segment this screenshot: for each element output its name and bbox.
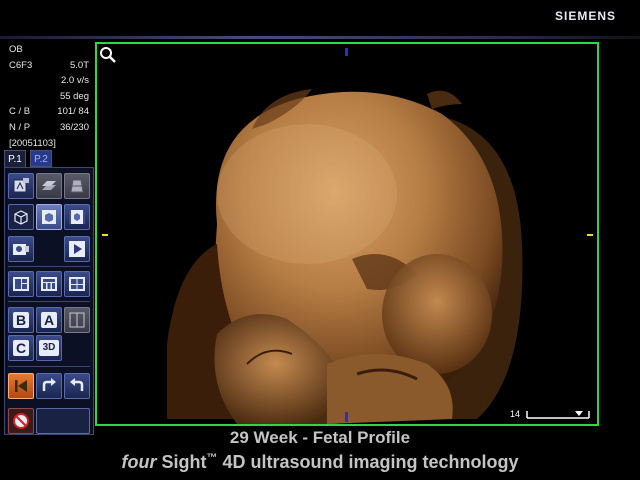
cube-render-icon — [42, 210, 56, 224]
mode-3d-button[interactable]: 3D — [36, 335, 62, 361]
caption-rest: 4D ultrasound imaging technology — [217, 452, 519, 472]
mode-3d-label: 3D — [39, 340, 59, 356]
panel-divider — [8, 266, 90, 267]
rewind-button[interactable] — [8, 373, 34, 399]
cine-camera-button[interactable] — [8, 236, 34, 262]
bottom-orientation-marker — [345, 412, 348, 422]
layout-split-icon — [13, 277, 29, 291]
undo-icon — [70, 378, 84, 391]
left-depth-marker — [102, 234, 108, 236]
caption-title: 29 Week - Fetal Profile — [229, 428, 411, 447]
cube-film-button[interactable] — [64, 204, 90, 230]
layout-split-button[interactable] — [8, 271, 34, 297]
param-value: 101/ 84 — [57, 106, 89, 118]
mode-b-label: B — [13, 312, 29, 328]
redo-button[interactable] — [36, 373, 62, 399]
layers-icon — [42, 181, 56, 190]
camera-icon — [13, 244, 29, 255]
mode-a-button[interactable]: A — [36, 307, 62, 333]
cube-outline-button[interactable] — [8, 204, 34, 230]
param-value: 2.0 v/s — [61, 75, 89, 87]
caption-subtitle: four Sight™ 4D ultrasound imaging techno… — [0, 452, 640, 473]
redo-icon — [42, 378, 56, 391]
caption-trademark: ™ — [206, 452, 218, 464]
mode-c-label: C — [13, 340, 29, 356]
fetal-rendering-image — [167, 89, 523, 424]
param-label: OB — [9, 44, 23, 55]
param-value: 5.0T — [69, 59, 89, 71]
caption-four: four — [121, 452, 157, 472]
panel-divider — [8, 301, 90, 302]
caption-sight: Sight — [161, 452, 207, 472]
param-label: C6F3 — [9, 59, 33, 71]
layout-triple-icon — [41, 277, 57, 291]
cube-render-button[interactable] — [36, 204, 62, 230]
param-row: C6F3 5.0T — [5, 58, 93, 74]
right-depth-marker — [587, 234, 593, 236]
mode-c-button[interactable]: C — [8, 335, 34, 361]
cube-film-icon — [69, 210, 85, 224]
layout-triple-button[interactable] — [36, 271, 62, 297]
slice-button[interactable] — [64, 173, 90, 199]
volume-acquire-button[interactable] — [8, 173, 34, 199]
layers-button[interactable] — [36, 173, 62, 199]
mode-a-label: A — [41, 312, 57, 328]
volume-acquire-icon — [13, 178, 29, 193]
rewind-icon — [15, 380, 27, 392]
play-button[interactable] — [64, 236, 90, 262]
render-viewport[interactable]: 14 — [95, 42, 599, 426]
depth-value: 14 — [510, 409, 521, 419]
play-icon — [69, 241, 85, 257]
param-row: OB — [5, 42, 93, 58]
panel-divider — [8, 366, 90, 367]
zoom-icon[interactable] — [99, 46, 117, 64]
layout-quad-button[interactable] — [64, 271, 90, 297]
param-value: 36/230 — [59, 121, 89, 133]
param-row: 2.0 v/s — [5, 73, 93, 89]
tool-panel: B A C 3D — [4, 167, 94, 435]
tab-p1[interactable]: P.1 — [4, 150, 26, 167]
param-label: [20051103] — [9, 137, 56, 149]
undo-button[interactable] — [64, 373, 90, 399]
param-label: N / P — [9, 121, 31, 133]
scan-parameters: OB C6F3 5.0T 2.0 v/s 55 deg C / B 101/ 84 … — [5, 42, 93, 151]
param-row: 55 deg — [5, 89, 93, 105]
panel-toggle-icon — [69, 312, 85, 328]
param-row: N / P 36/230 — [5, 120, 93, 136]
panel-toggle-button[interactable] — [64, 307, 90, 333]
mode-b-button[interactable]: B — [8, 307, 34, 333]
cube-outline-icon — [14, 210, 28, 225]
depth-scale — [526, 411, 590, 419]
header-divider — [0, 36, 640, 39]
param-row: [20051103] — [5, 136, 93, 152]
param-label: C / B — [9, 106, 31, 118]
top-orientation-marker — [345, 48, 348, 56]
brand-logo: SIEMENS — [554, 9, 616, 23]
tab-p2[interactable]: P.2 — [30, 150, 52, 167]
param-row: C / B 101/ 84 — [5, 104, 93, 120]
layout-quad-icon — [69, 277, 85, 291]
slice-icon — [70, 179, 84, 193]
param-value: 55 deg — [59, 90, 89, 102]
